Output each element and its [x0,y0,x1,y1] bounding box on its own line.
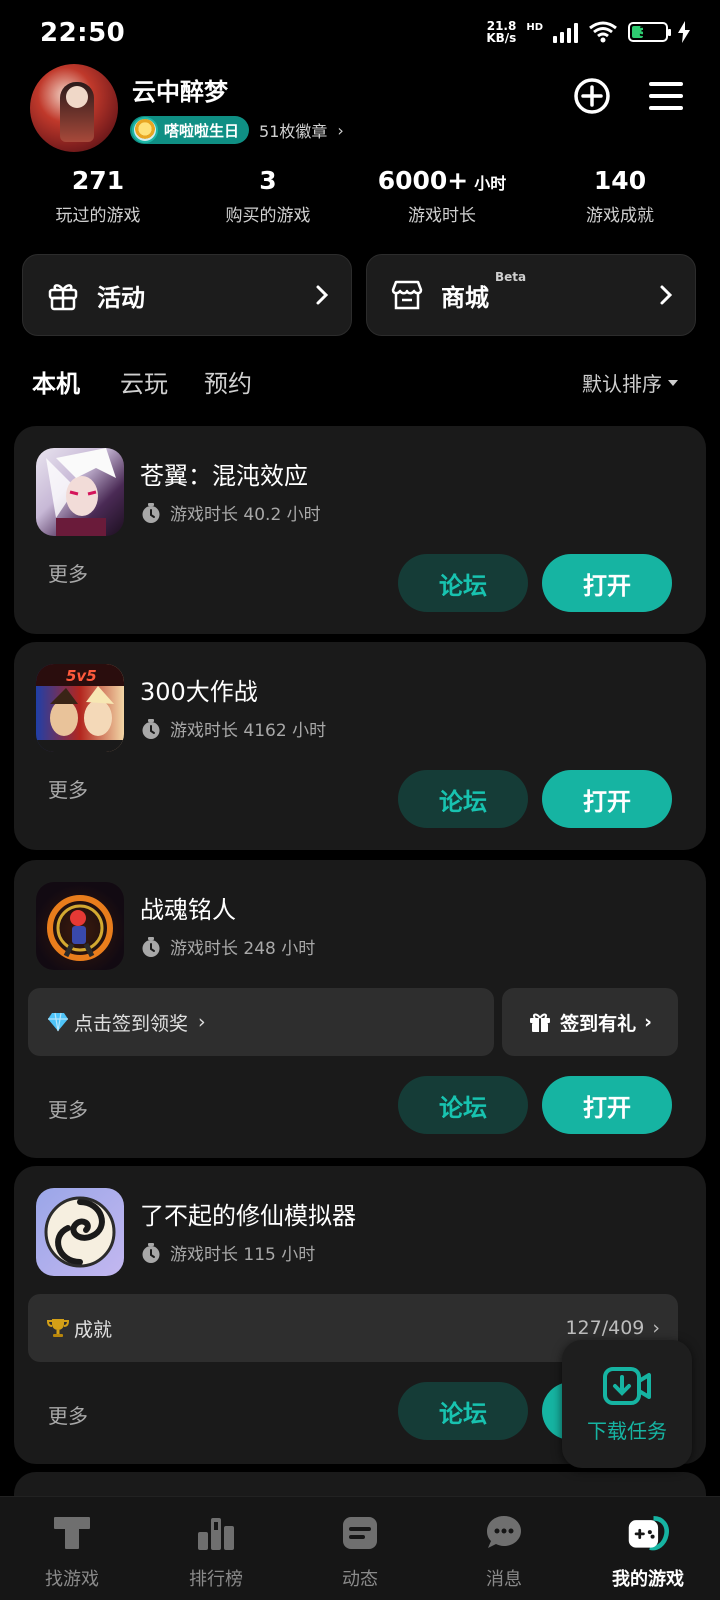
badge[interactable]: 嗒啦啦生日 [130,116,250,144]
game-playtime: 游戏时长 248 小时 [140,934,315,959]
network-speed: 21.8 KB/s [486,19,517,45]
stat-achievements[interactable]: 140 游戏成就 [530,166,710,226]
nav-find-games[interactable]: 找游戏 [0,1511,144,1591]
checkin-banner[interactable]: 点击签到领奖 › [28,988,494,1056]
game-icon[interactable] [36,882,124,970]
trophy-icon [46,1319,70,1337]
gift-icon [530,1013,551,1032]
more-button[interactable]: 更多 [48,558,88,587]
add-circle-icon [574,78,610,114]
avatar[interactable] [30,64,118,152]
add-button[interactable] [568,72,616,120]
status-icons: 21.8 KB/s HD 34 [486,20,690,44]
game-title[interactable]: 苍翼：混沌效应 [140,456,308,491]
chevron-right-icon: › [652,1317,660,1339]
more-button[interactable]: 更多 [48,1400,88,1429]
store-tile[interactable]: 商城 Beta [366,254,696,336]
ranking-icon [194,1511,238,1555]
game-title[interactable]: 战魂铭人 [140,890,236,925]
tab-cloud[interactable]: 云玩 [120,364,168,399]
tab-reserve[interactable]: 预约 [204,364,252,399]
hd-indicator: HD [526,22,543,33]
game-icon[interactable] [36,1188,124,1276]
game-card[interactable]: 苍翼：混沌效应 游戏时长 40.2 小时 更多 论坛 打开 [14,426,706,634]
store-icon [389,277,425,313]
tab-local[interactable]: 本机 [32,364,92,402]
stat-played-games[interactable]: 271 玩过的游戏 [8,166,188,226]
game-title[interactable]: 了不起的修仙模拟器 [140,1196,356,1231]
chevron-right-icon [660,285,673,305]
open-button[interactable]: 打开 [542,1076,672,1134]
badge-row[interactable]: 嗒啦啦生日 51枚徽章 › [130,116,344,144]
open-button[interactable]: 打开 [542,770,672,828]
nav-messages[interactable]: 消息 [432,1511,576,1591]
game-icon[interactable]: 5v5 [36,664,124,752]
nav-my-games[interactable]: 我的游戏 [576,1511,720,1591]
profile-stats: 271 玩过的游戏 3 购买的游戏 6000+ 小时 游戏时长 140 游戏成就 [0,166,720,236]
badge-count[interactable]: 51枚徽章 [259,118,327,142]
game-tabs: 本机 云玩 预约 默认排序 [32,360,692,410]
stat-purchased-games[interactable]: 3 购买的游戏 [178,166,358,226]
chevron-right-icon: › [337,120,344,140]
stat-playtime[interactable]: 6000+ 小时 游戏时长 [352,166,532,226]
find-games-icon [50,1511,94,1555]
chevron-right-icon: › [198,1011,206,1033]
chevron-right-icon [316,285,329,305]
download-task-button[interactable]: 下载任务 [562,1340,692,1468]
stopwatch-icon [142,936,160,957]
activity-label: 活动 [97,283,145,312]
icon-5v5-text: 5v5 [66,667,97,685]
game-playtime: 游戏时长 115 小时 [140,1240,315,1265]
beta-tag: Beta [495,269,527,284]
battery-icon: 34 [628,22,671,42]
game-icon[interactable] [36,448,124,536]
nav-ranking[interactable]: 排行榜 [144,1511,288,1591]
charging-icon [678,21,690,43]
more-button[interactable]: 更多 [48,1094,88,1123]
menu-icon [649,82,683,110]
feed-icon [338,1511,382,1555]
menu-button[interactable] [642,72,690,120]
caret-down-icon [668,379,678,386]
diamond-icon [48,1012,68,1032]
download-icon [603,1366,651,1405]
activity-tile[interactable]: 活动 [22,254,352,336]
nav-feed[interactable]: 动态 [288,1511,432,1591]
clock: 22:50 [40,18,126,48]
game-playtime: 游戏时长 4162 小时 [140,716,326,741]
forum-button[interactable]: 论坛 [398,1076,528,1134]
sort-dropdown[interactable]: 默认排序 [582,368,678,397]
message-icon [482,1511,526,1555]
badge-avatar-icon [132,117,158,143]
signal-icon [553,21,578,43]
stopwatch-icon [142,1242,160,1263]
checkin-gift-button[interactable]: 签到有礼 › [502,988,678,1056]
game-playtime: 游戏时长 40.2 小时 [140,500,321,525]
status-bar: 22:50 21.8 KB/s HD 34 [0,0,720,70]
username[interactable]: 云中醉梦 [132,72,228,107]
badge-label: 嗒啦啦生日 [164,121,240,140]
store-label: 商城 [441,283,489,312]
profile-header: 云中醉梦 嗒啦啦生日 51枚徽章 › [30,64,690,154]
more-button[interactable]: 更多 [48,774,88,803]
game-card[interactable]: 战魂铭人 游戏时长 248 小时 点击签到领奖 › 签到有礼 › 更多 论坛 打… [14,860,706,1158]
forum-button[interactable]: 论坛 [398,554,528,612]
game-title[interactable]: 300大作战 [140,672,258,707]
stopwatch-icon [142,718,160,739]
gift-icon [45,277,81,313]
wifi-icon [589,21,617,43]
bottom-nav: 找游戏 排行榜 动态 消息 我的游戏 [0,1496,720,1600]
stopwatch-icon [142,502,160,523]
open-button[interactable]: 打开 [542,554,672,612]
chevron-right-icon: › [644,1011,652,1033]
game-card[interactable]: 5v5 300大作战 游戏时长 4162 小时 更多 论坛 打开 [14,642,706,850]
achievement-count: 127/409 [565,1317,645,1339]
forum-button[interactable]: 论坛 [398,1382,528,1440]
forum-button[interactable]: 论坛 [398,770,528,828]
my-games-icon [626,1511,670,1555]
